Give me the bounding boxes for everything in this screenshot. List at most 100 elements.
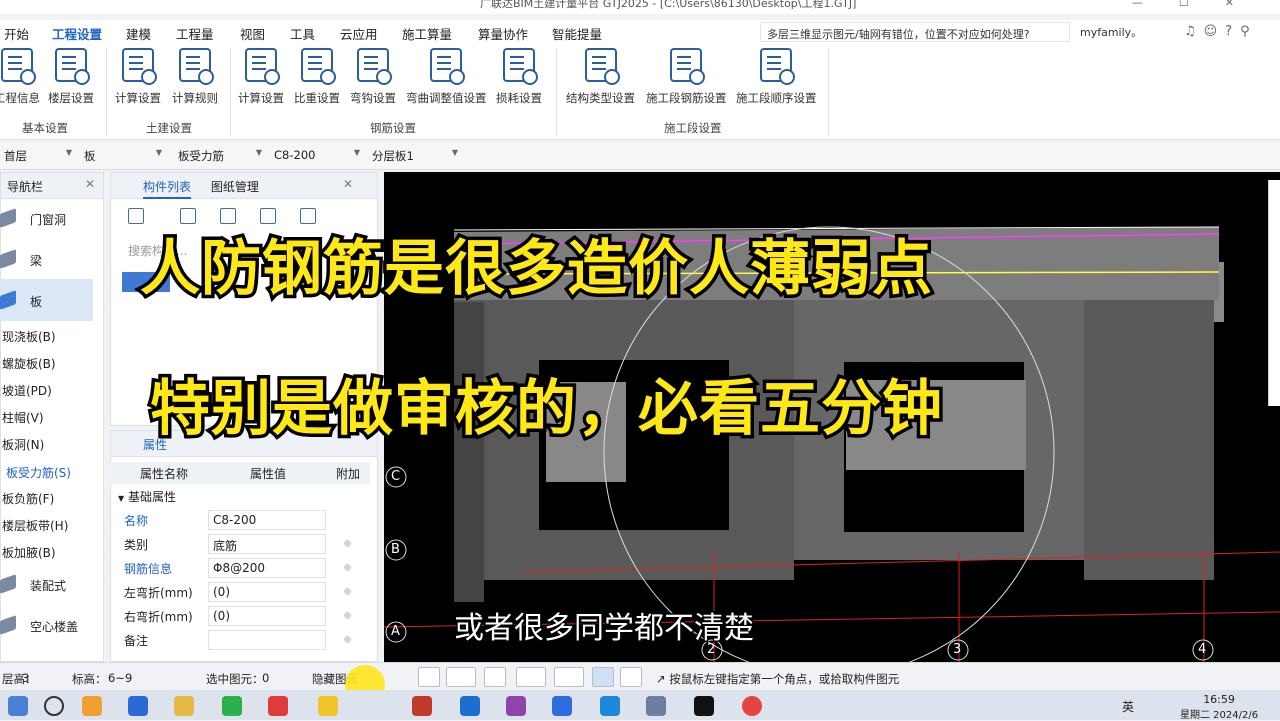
clock[interactable]: 16:59 星期二 2024/2/6 [1180, 693, 1258, 721]
taskbar: 英 16:59 星期二 2024/2/6 [0, 690, 1280, 721]
nav-item-beam[interactable]: 梁 [0, 249, 42, 269]
floor-settings-button[interactable]: 楼层设置 [48, 48, 94, 106]
axis-label-3: 3 [953, 642, 962, 657]
stage-order-icon [760, 48, 796, 85]
app-icon[interactable] [82, 696, 102, 716]
nav-item-cast-slab[interactable]: 现浇板(B) [2, 328, 56, 345]
close-icon[interactable]: ✕ [85, 177, 95, 191]
wps-icon[interactable] [268, 696, 288, 716]
menu-modeling[interactable]: 建模 [126, 24, 151, 43]
record-icon[interactable] [742, 696, 762, 716]
angle-icon[interactable] [516, 667, 546, 687]
axis-label-b: B [391, 542, 400, 557]
divider [106, 48, 107, 136]
nav-item-haunch[interactable]: 板加腋(B) [2, 544, 56, 561]
nav-item-prefab[interactable]: 装配式 [0, 574, 66, 594]
nav-item-slab-hole[interactable]: 板洞(N) [2, 436, 44, 453]
calc-rules-icon [179, 48, 214, 85]
menu-quantity[interactable]: 工程量 [176, 24, 214, 43]
nav-item-openings[interactable]: 门窗洞 [0, 208, 66, 228]
ortho-icon[interactable] [418, 667, 440, 687]
acrobat-icon[interactable] [412, 696, 432, 716]
menu-view[interactable]: 视图 [240, 24, 265, 43]
dimension-icon[interactable] [554, 667, 584, 687]
type-select[interactable]: 板受力筋 ▼ [174, 147, 266, 165]
close-icon[interactable]: ✕ [343, 177, 353, 191]
component-select[interactable]: C8-200 ▼ [270, 147, 364, 165]
nav-item-hollow[interactable]: 空心楼盖 [0, 615, 78, 635]
edge-icon[interactable] [460, 696, 480, 716]
calc-settings-button[interactable]: 计算设置 [115, 48, 161, 106]
weight-icon [301, 48, 336, 85]
menu-cloud[interactable]: 云应用 [340, 24, 378, 43]
cad-icon[interactable] [128, 696, 148, 716]
tab-drawing-manage[interactable]: 图纸管理 [211, 180, 259, 194]
user-name[interactable]: myfamily。 [1080, 24, 1142, 40]
app-icon[interactable] [506, 696, 526, 716]
weight-settings-button[interactable]: 比重设置 [294, 48, 340, 106]
status-hint: ↗ 按鼠标左键指定第一个角点，或拾取构件图元 [656, 672, 900, 686]
rebar-calc-settings-button[interactable]: 计算设置 [238, 48, 284, 106]
calc-rules-button[interactable]: 计算规则 [172, 48, 218, 106]
gtj-icon[interactable] [646, 696, 666, 716]
category-select[interactable]: 板 ▼ [80, 147, 166, 165]
status-elev-label: 标高： [72, 672, 107, 686]
nav-item-neg-rebar[interactable]: 板负筋(F) [2, 490, 54, 507]
table-row: 右弯折(mm) (0) [110, 604, 370, 628]
layer-select[interactable]: 分层板1 ▼ [368, 147, 462, 165]
table-row: 类别 底筋 [110, 532, 370, 556]
rebar-calc-icon [245, 48, 280, 85]
cross-icon[interactable] [484, 667, 506, 687]
window-controls[interactable]: —☐✕ [1132, 0, 1270, 9]
loss-icon [503, 48, 538, 85]
menu-collab[interactable]: 算量协作 [478, 24, 528, 43]
search-icon[interactable] [44, 696, 64, 716]
hook-settings-button[interactable]: 弯钩设置 [350, 48, 396, 106]
props-header-row: 属性名称 属性值 附加 [110, 462, 370, 484]
windows-icon[interactable] [8, 696, 28, 716]
tab-component-list[interactable]: 构件列表 [143, 180, 192, 199]
capcut-icon[interactable] [694, 696, 714, 716]
props-section[interactable]: ▼ 基础属性 [118, 488, 176, 505]
folder-icon[interactable] [174, 696, 194, 716]
status-selected-label: 选中图元： [206, 672, 264, 686]
structure-icon [584, 48, 620, 85]
input-language[interactable]: 英 [1122, 698, 1134, 715]
status-layer-value: 3 [22, 671, 30, 685]
right-toolbar[interactable] [1268, 180, 1280, 406]
project-info-icon [1, 48, 36, 85]
stage-rebar-button[interactable]: 施工段钢筋设置 [646, 48, 727, 106]
structure-type-button[interactable]: 结构类型设置 [566, 48, 635, 106]
help-search[interactable]: 多层三维显示图元/轴网有错位，位置不对应如何处理? [760, 22, 1070, 42]
loss-settings-button[interactable]: 损耗设置 [496, 48, 542, 106]
project-info-button[interactable]: 工程信息 [0, 48, 40, 106]
snap-icon[interactable] [446, 667, 476, 687]
cube-icon [0, 208, 16, 228]
group-rebar: 钢筋设置 [370, 121, 416, 135]
nav-item-spiral-slab[interactable]: 螺旋板(B) [2, 355, 56, 372]
floor-select[interactable]: 首层 ▼ [0, 147, 76, 165]
select-icon[interactable] [592, 667, 614, 687]
top-right-icons[interactable]: ♫☺?⚲ [1184, 24, 1258, 39]
stage-order-button[interactable]: 施工段顺序设置 [736, 48, 817, 106]
app-icon[interactable] [600, 696, 620, 716]
menu-project-settings[interactable]: 工程设置 [52, 24, 103, 48]
browser-icon[interactable] [222, 696, 242, 716]
nav-item-ramp[interactable]: 坡道(PD) [2, 382, 52, 399]
floor-settings-icon [55, 48, 90, 85]
nav-item-column-cap[interactable]: 柱帽(V) [2, 409, 44, 426]
nav-item-slab-band[interactable]: 楼层板带(H) [2, 517, 68, 534]
stage-rebar-icon [670, 48, 706, 85]
menu-tools[interactable]: 工具 [290, 24, 315, 43]
axis-label-c: C [391, 469, 401, 484]
axis-label-a: A [391, 624, 400, 639]
arc-icon[interactable] [620, 667, 642, 687]
menu-smart[interactable]: 智能提量 [552, 24, 602, 43]
menu-construction[interactable]: 施工算量 [402, 24, 452, 43]
app-icon[interactable] [552, 696, 572, 716]
nav-item-slab-rebar[interactable]: 板受力筋(S) [2, 463, 75, 481]
menu-start[interactable]: 开始 [4, 24, 29, 43]
nav-item-slab[interactable]: 板 [0, 290, 42, 310]
tips-icon[interactable] [318, 696, 338, 716]
bend-adjust-button[interactable]: 弯曲调整值设置 [406, 48, 487, 106]
